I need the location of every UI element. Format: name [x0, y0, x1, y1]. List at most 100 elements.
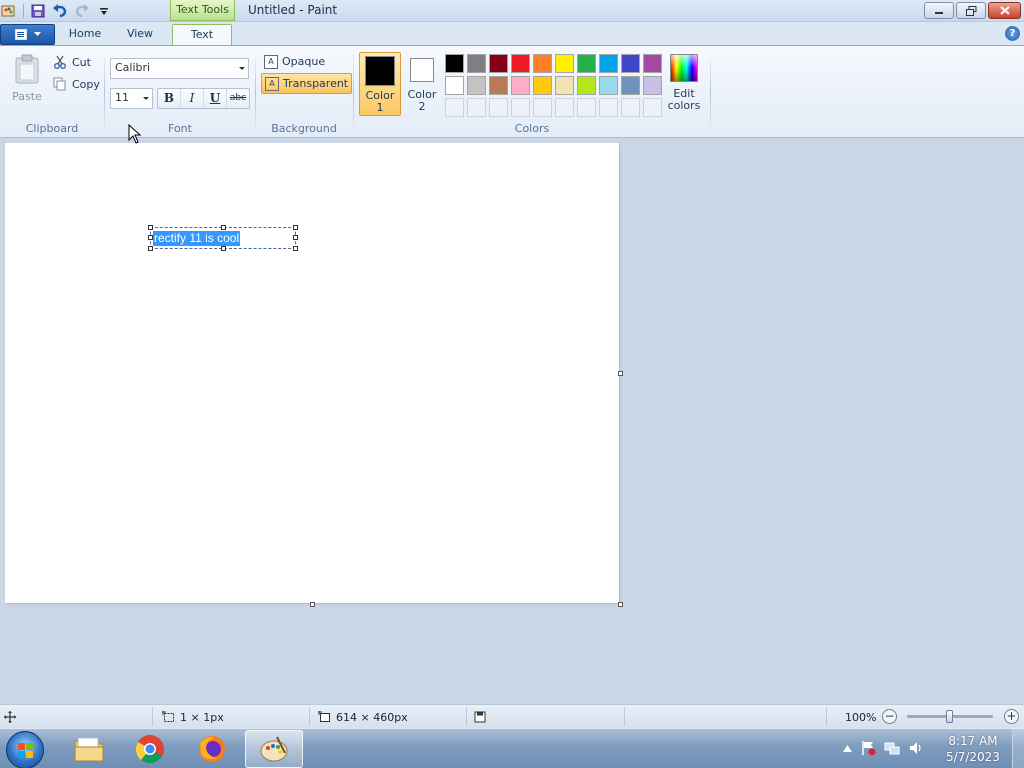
textbox-resize-handle[interactable] — [221, 225, 226, 230]
undo-icon[interactable] — [51, 2, 69, 20]
palette-swatch[interactable] — [599, 98, 618, 117]
textbox-resize-handle[interactable] — [293, 225, 298, 230]
palette-swatch[interactable] — [621, 98, 640, 117]
strikethrough-button[interactable]: abc — [227, 89, 249, 108]
tab-home[interactable]: Home — [60, 24, 110, 46]
transparent-button[interactable]: A Transparent — [261, 73, 353, 94]
palette-swatch[interactable] — [555, 76, 574, 95]
copy-icon — [53, 77, 66, 91]
drawing-canvas[interactable]: rectify 11 is cool — [5, 143, 619, 603]
zoom-in-button[interactable]: + — [1004, 709, 1019, 724]
paste-button[interactable]: Paste — [8, 52, 46, 114]
chevron-down-icon — [143, 97, 149, 100]
minimize-button[interactable] — [924, 2, 954, 19]
tab-text[interactable]: Text — [172, 24, 232, 46]
paste-label: Paste — [12, 90, 42, 103]
start-button[interactable] — [6, 731, 44, 768]
window-controls — [924, 2, 1021, 19]
palette-swatch[interactable] — [555, 54, 574, 73]
textbox-resize-handle[interactable] — [148, 225, 153, 230]
colors-group-label: Colors — [514, 122, 550, 135]
canvas-resize-handle-right[interactable] — [618, 371, 623, 376]
palette-swatch[interactable] — [511, 76, 530, 95]
font-size-dropdown[interactable]: 11 — [110, 88, 153, 109]
palette-swatch[interactable] — [489, 54, 508, 73]
volume-icon[interactable] — [908, 740, 924, 756]
bold-button[interactable]: B — [158, 89, 181, 108]
cut-label: Cut — [72, 55, 91, 69]
palette-swatch[interactable] — [467, 76, 486, 95]
zoom-out-button[interactable]: − — [882, 709, 897, 724]
palette-swatch[interactable] — [467, 54, 486, 73]
selection-size-value: 1 × 1px — [180, 710, 224, 724]
restore-button[interactable] — [956, 2, 986, 19]
textbox-resize-handle[interactable] — [148, 246, 153, 251]
window-title: Untitled - Paint — [248, 3, 338, 17]
group-separator — [255, 52, 256, 134]
palette-swatch[interactable] — [533, 54, 552, 73]
status-bar: 1 × 1px 614 × 460px 100% − + — [0, 704, 1024, 728]
italic-button[interactable]: I — [181, 89, 204, 108]
palette-swatch[interactable] — [643, 54, 662, 73]
taskbar-file-explorer[interactable] — [60, 730, 118, 768]
palette-swatch[interactable] — [533, 76, 552, 95]
palette-swatch[interactable] — [643, 76, 662, 95]
palette-swatch[interactable] — [599, 54, 618, 73]
copy-button[interactable]: Copy — [53, 74, 100, 94]
text-box[interactable]: rectify 11 is cool — [148, 225, 298, 251]
textbox-resize-handle[interactable] — [221, 246, 226, 251]
network-icon[interactable] — [884, 740, 900, 756]
chevron-down-icon — [239, 67, 245, 70]
help-icon[interactable]: ? — [1005, 26, 1020, 41]
canvas-resize-handle-bottom[interactable] — [310, 602, 315, 607]
palette-swatch[interactable] — [511, 98, 530, 117]
edit-colors-button[interactable]: Edit colors — [665, 52, 703, 116]
palette-swatch[interactable] — [445, 54, 464, 73]
palette-swatch[interactable] — [555, 98, 574, 117]
customize-qat-icon[interactable] — [95, 2, 113, 20]
close-button[interactable] — [988, 2, 1021, 19]
palette-swatch[interactable] — [621, 76, 640, 95]
zoom-level: 100% — [845, 710, 877, 724]
action-center-flag-icon[interactable] — [860, 740, 876, 756]
canvas-resize-handle-corner[interactable] — [618, 602, 623, 607]
paint-palette-icon — [260, 736, 288, 762]
color2-button[interactable]: Color 2 — [403, 52, 441, 116]
tab-view[interactable]: View — [115, 24, 165, 46]
save-icon[interactable] — [29, 2, 47, 20]
palette-swatch[interactable] — [467, 98, 486, 117]
show-hidden-icons-icon[interactable] — [843, 744, 852, 752]
palette-swatch[interactable] — [577, 76, 596, 95]
cut-button[interactable]: Cut — [53, 52, 91, 72]
palette-swatch[interactable] — [599, 76, 618, 95]
paint-menu-button[interactable] — [0, 24, 55, 45]
show-desktop-button[interactable] — [1012, 729, 1024, 768]
palette-swatch[interactable] — [511, 54, 530, 73]
palette-swatch[interactable] — [445, 76, 464, 95]
palette-swatch[interactable] — [445, 98, 464, 117]
palette-swatch[interactable] — [643, 98, 662, 117]
palette-swatch[interactable] — [533, 98, 552, 117]
taskbar-chrome[interactable] — [121, 730, 179, 768]
paint-app-icon[interactable] — [0, 2, 18, 20]
color1-button[interactable]: Color 1 — [359, 52, 401, 116]
status-separator — [466, 707, 467, 726]
file-size-indicator — [474, 709, 486, 725]
font-family-dropdown[interactable]: Calibri — [110, 58, 249, 79]
palette-swatch[interactable] — [489, 98, 508, 117]
textbox-resize-handle[interactable] — [293, 235, 298, 240]
palette-swatch[interactable] — [577, 54, 596, 73]
taskbar-firefox[interactable] — [183, 730, 241, 768]
taskbar-paint[interactable] — [245, 730, 303, 768]
underline-button[interactable]: U — [204, 89, 227, 108]
group-separator — [710, 52, 711, 134]
zoom-slider-thumb[interactable] — [946, 710, 953, 723]
selected-text[interactable]: rectify 11 is cool — [153, 231, 241, 246]
system-clock[interactable]: 8:17 AM 5/7/2023 — [938, 733, 1008, 765]
palette-swatch[interactable] — [621, 54, 640, 73]
palette-swatch[interactable] — [489, 76, 508, 95]
redo-icon[interactable] — [73, 2, 91, 20]
opaque-button[interactable]: A Opaque — [261, 51, 328, 72]
textbox-resize-handle[interactable] — [293, 246, 298, 251]
palette-swatch[interactable] — [577, 98, 596, 117]
